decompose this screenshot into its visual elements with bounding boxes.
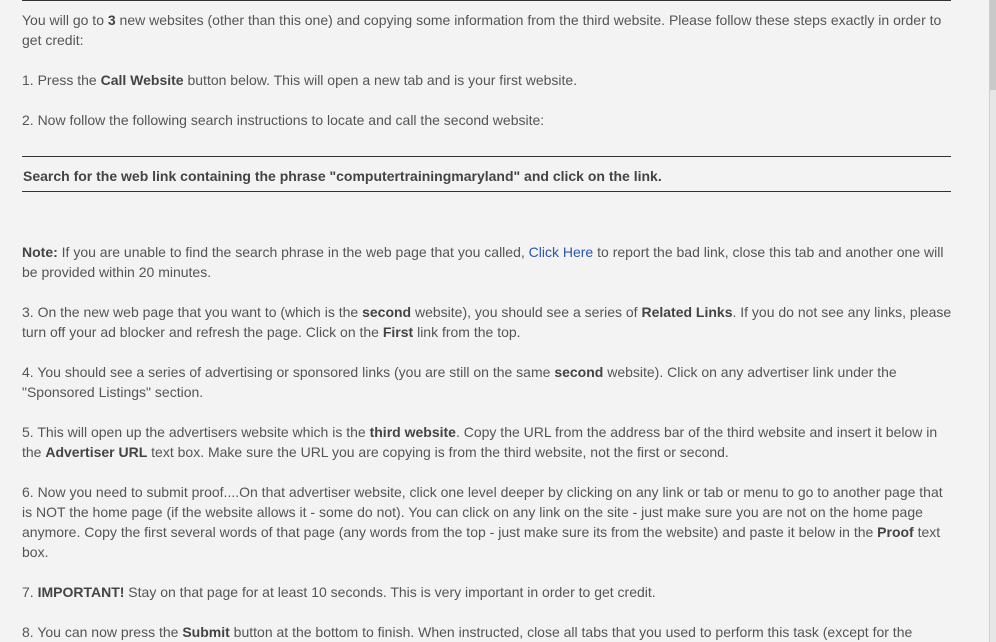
scrollbar-thumb[interactable]	[990, 0, 996, 90]
step-1-paragraph: 1. Press the Call Website button below. …	[22, 72, 578, 88]
instructions-panel: You will go to 3 new websites (other tha…	[22, 0, 952, 642]
search-instruction-text: Search for the web link containing the p…	[23, 168, 662, 184]
top-divider	[22, 0, 951, 1]
search-instruction-box: Search for the web link containing the p…	[22, 156, 951, 192]
report-bad-link[interactable]: Click Here	[529, 244, 594, 260]
step-8-paragraph: 8. You can now press the Submit button a…	[22, 624, 913, 640]
step-7-paragraph: 7. IMPORTANT! Stay on that page for at l…	[22, 584, 656, 600]
intro-paragraph: You will go to 3 new websites (other tha…	[22, 12, 942, 48]
note-label: Note:	[22, 244, 58, 260]
step-3-paragraph: 3. On the new web page that you want to …	[22, 304, 952, 340]
step-4-paragraph: 4. You should see a series of advertisin…	[22, 364, 897, 400]
step-5-paragraph: 5. This will open up the advertisers web…	[22, 424, 938, 460]
note-paragraph: Note: If you are unable to find the sear…	[22, 244, 944, 280]
step-2-paragraph: 2. Now follow the following search instr…	[22, 112, 545, 128]
step-6-paragraph: 6. Now you need to submit proof....On th…	[22, 484, 943, 560]
vertical-scrollbar[interactable]	[989, 0, 996, 642]
